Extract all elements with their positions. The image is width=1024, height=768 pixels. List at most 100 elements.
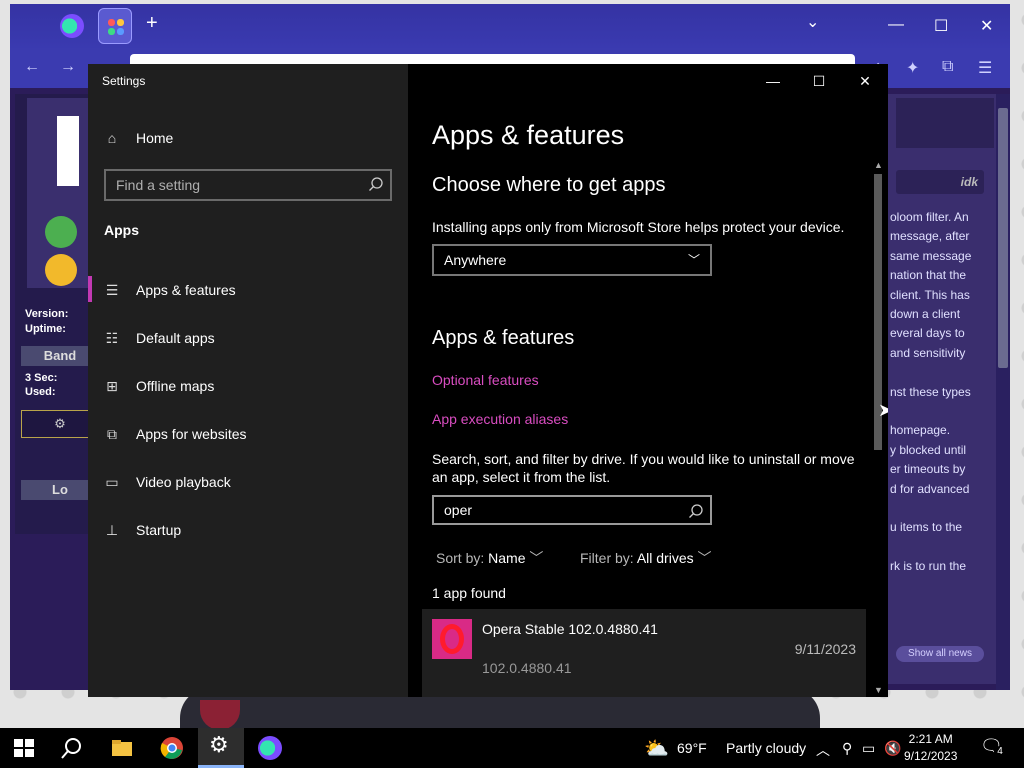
chrome-icon[interactable]	[160, 736, 184, 760]
page-title: Apps & features	[432, 120, 625, 150]
video-playback-icon: ▭	[105, 473, 119, 490]
status-dot-green	[45, 216, 77, 248]
browser-tab-active[interactable]	[98, 8, 132, 44]
news-header	[896, 98, 994, 148]
news-line: homepage.	[890, 423, 951, 438]
nav-item-apps-for-websites[interactable]: ⧉ Apps for websites	[88, 414, 408, 454]
browser-maximize-button[interactable]: ☐	[934, 16, 948, 36]
default-apps-icon: ☷	[105, 329, 119, 346]
page-right-panel: idk oloom filter. An message, after same m…	[886, 94, 996, 684]
logo-bar	[57, 116, 79, 186]
windows-start-icon[interactable]	[12, 736, 36, 760]
home-icon: ⌂	[107, 130, 117, 146]
weather-description[interactable]: Partly cloudy	[726, 740, 806, 756]
news-line: client. This has	[890, 287, 970, 302]
optional-features-link[interactable]: Optional features	[432, 372, 539, 388]
tab-list-button[interactable]: ⌄	[806, 12, 819, 32]
app-execution-aliases-link[interactable]: App execution aliases	[432, 411, 568, 427]
system-clock[interactable]: 2:21 AM 9/12/2023	[904, 731, 957, 765]
nav-item-offline-maps[interactable]: ⊞ Offline maps	[88, 366, 408, 406]
browser-scrollbar[interactable]	[996, 94, 1010, 690]
network-icon[interactable]: ▭	[862, 740, 875, 757]
nav-item-startup[interactable]: ⊥ Startup	[88, 510, 408, 550]
find-setting-search[interactable]	[104, 169, 392, 201]
browser-scroll-thumb[interactable]	[998, 108, 1008, 368]
news-line: nst these types	[890, 384, 971, 399]
notification-count: 4	[994, 746, 1006, 758]
apps-grid-icon	[108, 19, 124, 35]
app-search-box[interactable]	[432, 495, 712, 525]
settings-gear-icon: ⚙	[209, 732, 229, 757]
filter-value: All drives	[636, 550, 694, 566]
browser-tabbar: + ⌄ — ☐ ✕	[10, 4, 1010, 48]
search-icon[interactable]	[688, 503, 704, 519]
sort-label: Sort by:	[436, 550, 485, 566]
scroll-down-icon[interactable]: ▼	[874, 685, 883, 695]
app-install-date: 9/11/2023	[794, 641, 856, 657]
news-line: and sensitivity	[890, 345, 966, 360]
file-explorer-icon[interactable]	[110, 736, 134, 760]
news-line: d for advanced	[890, 481, 970, 496]
choose-apps-heading: Choose where to get apps	[432, 174, 666, 196]
version-label: Version:	[25, 308, 69, 320]
app-source-dropdown[interactable]: Anywhere ﹀	[432, 244, 712, 276]
app-list-item[interactable]: Opera Stable 102.0.4880.41 9/11/2023 102…	[422, 609, 866, 697]
startup-icon: ⊥	[105, 521, 119, 538]
news-line: everal days to	[890, 326, 965, 341]
used-label: Used:	[25, 386, 56, 398]
browser-logo-icon[interactable]	[60, 14, 84, 38]
search-icon[interactable]	[60, 736, 84, 760]
browser-taskbar-icon[interactable]	[258, 736, 282, 760]
nav-item-default-apps[interactable]: ☷ Default apps	[88, 318, 408, 358]
apps-section-heading: Apps	[104, 222, 139, 238]
weather-temp[interactable]: 69°F	[677, 740, 707, 756]
usb-icon[interactable]: ⚲	[842, 740, 852, 757]
weather-icon[interactable]: ⛅	[644, 736, 669, 761]
nav-item-label: Video playback	[136, 474, 231, 490]
nav-item-label: Default apps	[136, 330, 215, 346]
opera-icon	[432, 619, 472, 659]
content-scrollbar[interactable]: ▲ ▼	[872, 160, 888, 697]
chevron-down-icon: ﹀	[697, 550, 712, 566]
find-setting-input[interactable]	[106, 171, 356, 199]
clock-date: 9/12/2023	[904, 749, 958, 763]
settings-window[interactable]: Settings ⌂ Home Apps ☰ Apps & features ☷ De…	[88, 64, 888, 697]
extensions-icon[interactable]: ⧉	[942, 58, 953, 76]
apps-features-icon: ☰	[105, 281, 119, 298]
forward-icon[interactable]: →	[60, 58, 76, 76]
search-icon[interactable]	[368, 176, 384, 192]
mouse-cursor-icon: ➤	[878, 400, 888, 420]
apps-websites-icon: ⧉	[107, 425, 117, 442]
idk-badge: idk	[896, 170, 984, 194]
news-line: y blocked until	[890, 442, 967, 457]
show-hidden-icons[interactable]: ︿	[816, 740, 830, 760]
wand-icon[interactable]: ✦	[906, 58, 919, 78]
home-nav-item[interactable]: ⌂ Home	[88, 118, 408, 158]
app-search-input[interactable]	[434, 497, 674, 523]
news-line: same message	[890, 248, 972, 263]
show-all-news-button[interactable]: Show all news	[896, 646, 984, 662]
chevron-down-icon: ﹀	[529, 550, 544, 566]
nav-item-apps-features[interactable]: ☰ Apps & features	[88, 270, 408, 310]
app-count: 1 app found	[432, 585, 506, 601]
clock-time: 2:21 AM	[908, 732, 953, 746]
offline-maps-icon: ⊞	[106, 377, 118, 394]
back-icon[interactable]: ←	[24, 58, 40, 76]
menu-icon[interactable]: ☰	[978, 58, 992, 78]
filter-dropdown[interactable]: Filter by: All drives ﹀	[580, 548, 712, 568]
new-tab-button[interactable]: +	[146, 12, 158, 35]
sort-value: Name	[488, 550, 526, 566]
volume-muted-icon[interactable]: 🔇	[884, 740, 901, 757]
settings-taskbar-button[interactable]: ⚙	[198, 728, 244, 768]
sort-dropdown[interactable]: Sort by: Name ﹀	[436, 548, 543, 568]
scroll-up-icon[interactable]: ▲	[874, 160, 883, 170]
nav-item-video-playback[interactable]: ▭ Video playback	[88, 462, 408, 502]
settings-content: Apps & features Choose where to get apps…	[422, 64, 872, 697]
sec-label: 3 Sec:	[25, 372, 58, 384]
notification-center-button[interactable]: 🗨 4	[980, 736, 1006, 760]
app-version: 102.0.4880.41	[482, 660, 572, 676]
browser-close-button[interactable]: ✕	[980, 16, 993, 36]
window-title: Settings	[102, 74, 146, 88]
site-logo	[27, 98, 97, 288]
browser-minimize-button[interactable]: —	[888, 16, 904, 34]
